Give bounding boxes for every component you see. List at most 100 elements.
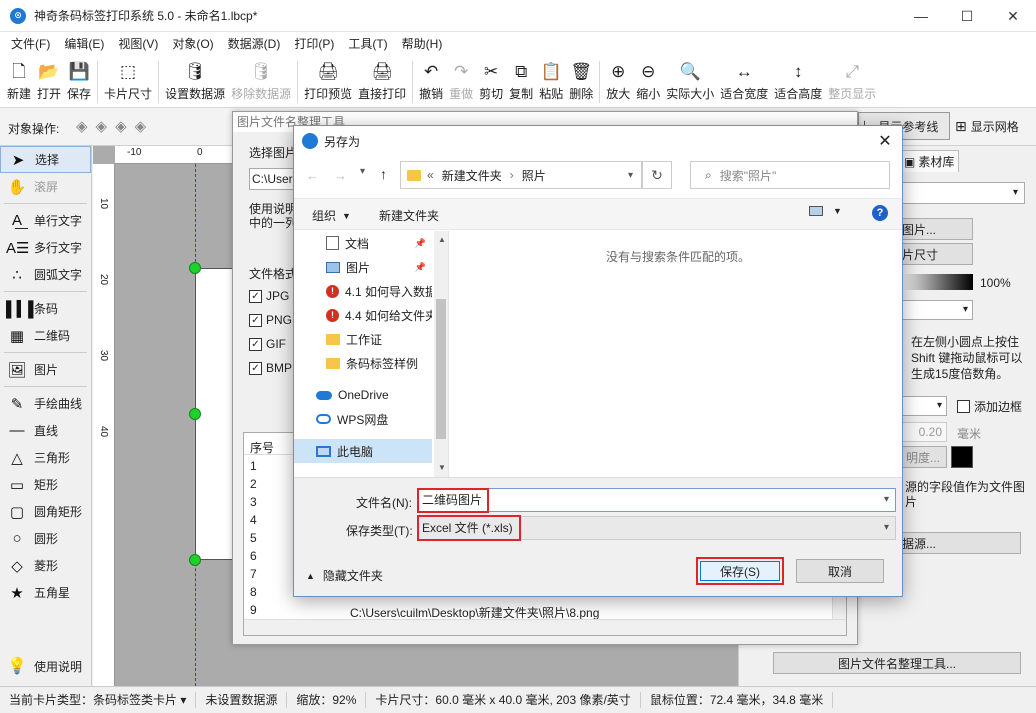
add-border-checkbox[interactable]: 添加边框 (957, 398, 1022, 415)
scroll-thumb[interactable] (436, 299, 446, 439)
tool-circle[interactable]: ○ 圆形 (0, 525, 91, 552)
delete-button[interactable]: 🗑 删除 (566, 56, 596, 102)
chevron-down-icon[interactable]: ▾ (884, 494, 889, 505)
nav-item[interactable]: 此电脑 (294, 439, 432, 463)
menu-edit[interactable]: 编辑(E) (57, 32, 111, 56)
show-grid-toggle[interactable]: ⊞ 显示网格 (955, 112, 1019, 140)
menu-file[interactable]: 文件(F) (4, 32, 57, 56)
nav-item[interactable]: OneDrive (294, 383, 432, 407)
resize-handle[interactable] (189, 262, 201, 274)
border-opacity-button[interactable]: 明度... (899, 446, 947, 468)
opacity-slider[interactable] (899, 274, 973, 290)
close-window-button[interactable]: ✕ (990, 0, 1036, 32)
breadcrumb-item[interactable]: 新建文件夹 (442, 167, 502, 184)
tool-barcode[interactable]: ▌▍▌ 条码 (0, 295, 91, 322)
filename-organizer-button[interactable]: 图片文件名整理工具... (773, 652, 1021, 674)
organize-menu[interactable]: 组织 ▼ (312, 207, 351, 224)
tool-multi-line-text[interactable]: A☰ 多行文字 (0, 234, 91, 261)
format-png-checkbox[interactable]: ✓ PNG (249, 313, 292, 328)
choose-datasource-button[interactable]: 据源... (899, 532, 1021, 554)
horizontal-scrollbar[interactable] (244, 619, 846, 635)
menu-view[interactable]: 视图(V) (111, 32, 165, 56)
print-button[interactable]: 🖨 直接打印 (355, 56, 409, 102)
redo-button[interactable]: ↷ 重做 (446, 56, 476, 102)
nav-item[interactable]: ! 4.1 如何导入数据 (294, 279, 432, 303)
hide-folders-toggle[interactable]: ▲ 隐藏文件夹 (306, 567, 383, 584)
back-arrow-icon[interactable]: ← (306, 168, 319, 183)
fit-height-button[interactable]: ↕ 适合高度 (771, 56, 825, 102)
tool-diamond[interactable]: ◇ 菱形 (0, 552, 91, 579)
nav-item[interactable]: 文档 📌 (294, 231, 432, 255)
filename-input[interactable]: 二维码图片 (417, 488, 489, 513)
address-bar[interactable]: « 新建文件夹 › 照片 ▾ (400, 161, 642, 189)
menu-datasource[interactable]: 数据源(D) (221, 32, 288, 56)
border-width-input[interactable]: 0.20 (899, 422, 947, 442)
up-arrow-icon[interactable]: ↑ (380, 166, 387, 182)
menu-object[interactable]: 对象(O) (165, 32, 220, 56)
scroll-down-icon[interactable]: ▼ (438, 463, 446, 472)
stretch-select[interactable]: ▾ (899, 300, 973, 320)
minimize-button[interactable]: — (898, 0, 944, 32)
breadcrumb-item[interactable]: 照片 (522, 167, 546, 184)
menu-help[interactable]: 帮助(H) (395, 32, 450, 56)
nav-item[interactable]: 条码标签样例 (294, 351, 432, 375)
nav-item[interactable]: 图片 📌 (294, 255, 432, 279)
picture-size-button[interactable]: 片尺寸 (899, 243, 973, 265)
view-options-button[interactable]: ▼ (809, 206, 842, 216)
full-page-button[interactable]: ⤢ 整页显示 (825, 56, 879, 102)
tool-star[interactable]: ★ 五角星 (0, 579, 91, 606)
search-box[interactable]: ⌕ 搜索"照片" (690, 161, 890, 189)
database-button[interactable]: 🛢 设置数据源 (162, 56, 228, 102)
refresh-button[interactable]: ↻ (642, 161, 672, 189)
scroll-up-icon[interactable]: ▲ (438, 235, 446, 244)
zoom-out-button[interactable]: ⊖ 缩小 (633, 56, 663, 102)
format-gif-checkbox[interactable]: ✓ GIF (249, 337, 286, 352)
tool-picture[interactable]: 🖼 图片 (0, 356, 91, 383)
label-card[interactable] (195, 268, 235, 560)
save-button[interactable]: 💾 保存 (64, 56, 94, 102)
help-guide-item[interactable]: 💡 使用说明 (6, 656, 82, 676)
tool-triangle[interactable]: △ 三角形 (0, 444, 91, 471)
tab-material-library[interactable]: ▣ 素材库 (899, 150, 959, 172)
print-preview-button[interactable]: 🖨 打印预览 (301, 56, 355, 102)
border-style-select[interactable]: ▾ (899, 396, 947, 416)
nav-scrollbar[interactable]: ▲ ▼ (434, 231, 448, 477)
pin-icon[interactable]: 📌 (415, 238, 426, 249)
tool-rectangle[interactable]: ▭ 矩形 (0, 471, 91, 498)
new-folder-button[interactable]: 新建文件夹 (379, 207, 439, 224)
filename-combobox[interactable]: ▾ (420, 488, 896, 512)
tool-qrcode[interactable]: ▦ 二维码 (0, 322, 91, 349)
help-icon[interactable]: ? (872, 205, 888, 221)
recent-dropdown-icon[interactable]: ▾ (360, 166, 365, 177)
menu-print[interactable]: 打印(P) (287, 32, 341, 56)
actual-size-button[interactable]: 🔍 实际大小 (663, 56, 717, 102)
border-color-swatch[interactable] (951, 446, 973, 468)
material-select[interactable]: ▾ (899, 182, 1025, 204)
open-button[interactable]: 📂 打开 (34, 56, 64, 102)
nav-item[interactable]: ! 4.4 如何给文件夹 (294, 303, 432, 327)
resize-handle[interactable] (189, 554, 201, 566)
save-button[interactable]: 保存(S) (700, 561, 780, 581)
new-file-button[interactable]: 🗋 新建 (4, 56, 34, 102)
chevron-down-icon[interactable]: ▾ (628, 170, 633, 181)
format-jpg-checkbox[interactable]: ✓ JPG (249, 289, 289, 304)
remove-database-button[interactable]: 🛢 移除数据源 (228, 56, 294, 102)
choose-picture-button[interactable]: 图片... (899, 218, 973, 240)
resize-handle[interactable] (189, 408, 201, 420)
paste-button[interactable]: 📋 粘贴 (536, 56, 566, 102)
filetype-value[interactable]: Excel 文件 (*.xls) (417, 515, 521, 541)
tool-rounded-rect[interactable]: ▢ 圆角矩形 (0, 498, 91, 525)
fit-width-button[interactable]: ↔ 适合宽度 (717, 56, 771, 102)
cancel-button[interactable]: 取消 (796, 559, 884, 583)
picture-path-input[interactable]: C:\Users (249, 168, 299, 190)
tool-hand[interactable]: ✋ 滚屏 (0, 173, 91, 200)
undo-button[interactable]: ↶ 撤销 (416, 56, 446, 102)
cut-button[interactable]: ✂ 剪切 (476, 56, 506, 102)
dialog-close-button[interactable]: ✕ (868, 126, 902, 156)
chevron-down-icon[interactable]: ▾ (884, 522, 889, 533)
forward-arrow-icon[interactable]: → (334, 168, 347, 183)
pin-icon[interactable]: 📌 (415, 262, 426, 273)
menu-tools[interactable]: 工具(T) (341, 32, 394, 56)
nav-item[interactable]: WPS网盘 (294, 407, 432, 431)
status-card-type[interactable]: 当前卡片类型：条码标签类卡片 ▾ (0, 692, 197, 708)
